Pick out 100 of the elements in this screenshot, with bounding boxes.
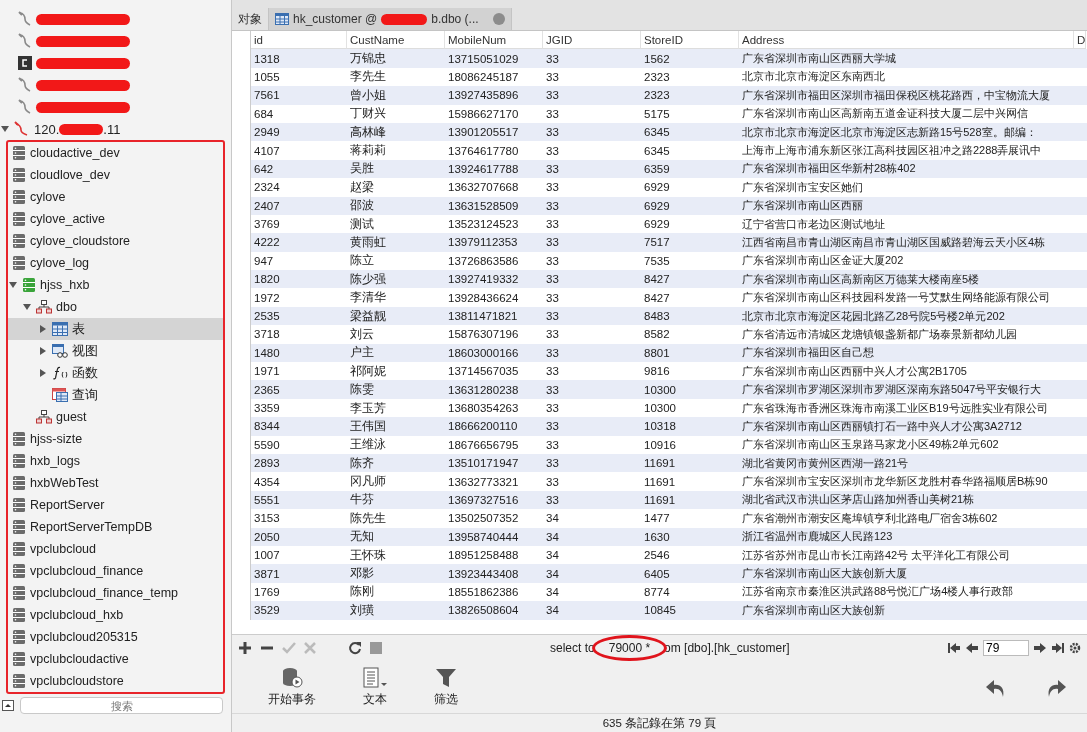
table-row[interactable]: 642 吴胜 13924617788 33 6359 广东省深圳市福田区华新村28栋402 — [250, 159, 1087, 179]
table-row[interactable]: 3718 刘云 15876307196 33 8582 广东省清远市清城区龙塘镇银盏新都广场泰景新都幼儿园 — [250, 325, 1087, 344]
table-row[interactable]: 3871 邓影 13923443408 34 6405 广东省深圳市南山区大族创新大厦 — [250, 564, 1087, 583]
table-cell: 11691 — [644, 457, 676, 470]
refresh-icon[interactable] — [348, 641, 362, 656]
table-row[interactable]: 3529 刘璜 13826508604 34 10845 广东省深圳市南山区大族创新 — [250, 601, 1087, 620]
server-name[interactable]: 120. .11 — [34, 121, 121, 137]
table-cell: 13979112353 — [448, 236, 518, 249]
table-cell: 1007 — [254, 549, 280, 562]
panel-toggle-icon[interactable] — [2, 700, 14, 711]
table-cell: 13928436624 — [448, 291, 519, 304]
table-cell: 江苏省南京市秦淮区洪武路88号悦汇广场4楼人事行政部 — [742, 584, 1014, 600]
query-icon — [52, 388, 68, 402]
database-item[interactable]: hxbWebTest — [8, 472, 223, 494]
table-row[interactable]: 684 丁财兴 15986627170 33 5175 广东省深圳市南山区高新南五道金证科技大厦二层中兴网信 — [250, 104, 1087, 123]
database-item[interactable]: hxb_logs — [8, 450, 223, 472]
table-cell: 33 — [546, 438, 559, 451]
table-row[interactable]: 3153 陈先生 13502507352 34 1477 广东省潮州市潮安区庵埠镇亨利北路电厂宿舍3栋602 — [250, 509, 1087, 528]
collapsed-arrow-icon[interactable] — [39, 347, 47, 355]
tab[interactable]: hk_customer @ b.dbo (... — [269, 8, 512, 30]
expanded-arrow-icon[interactable] — [9, 281, 17, 289]
table-cell: 33 — [546, 346, 559, 359]
database-item[interactable]: cylove_active — [8, 208, 223, 230]
database-item[interactable]: cloudactive_dev — [8, 142, 223, 164]
column-header[interactable]: D — [1074, 31, 1086, 50]
database-item[interactable]: vpclubcloud_finance — [8, 560, 223, 582]
check-icon[interactable] — [282, 641, 296, 656]
table-row[interactable]: 2893 陈齐 13510171947 33 11691 湖北省黄冈市黄州区西湖一路21号 — [250, 454, 1087, 473]
table-row[interactable]: 2407 邵波 13631528509 33 6929 广东省深圳市南山区西丽 — [250, 196, 1087, 215]
table-cell: 广东省潮州市潮安区庵埠镇亨利北路电厂宿舍3栋602 — [742, 510, 998, 526]
database-item[interactable]: cylove — [8, 186, 223, 208]
previous-page-icon[interactable] — [965, 642, 979, 655]
table-row[interactable]: 4107 蒋莉莉 13764617780 33 6345 上海市上海市浦东新区张江高科技园区祖冲之路2288弄展讯中 — [250, 141, 1087, 160]
table-row[interactable]: 5590 王维泳 18676656795 33 10916 广东省深圳市南山区玉泉路马家龙小区49栋2单元602 — [250, 435, 1087, 454]
table-cell: 18086245187 — [448, 70, 519, 83]
expanded-arrow-icon[interactable] — [1, 125, 9, 133]
table-row[interactable]: 2535 梁益靓 13811471821 33 8483 北京市北京市海淀区花园北路乙28号院5号楼2单元202 — [250, 306, 1087, 326]
table-cell: 广东省深圳市宝安区她们 — [742, 179, 863, 195]
column-header[interactable]: CustName — [347, 31, 445, 50]
table-row[interactable]: 1820 陈少强 13927419332 33 8427 广东省深圳市南山区高新南区万德莱大楼南座5楼 — [250, 270, 1087, 289]
table-cell: 684 — [254, 107, 274, 120]
table-row[interactable]: 2324 赵梁 13632707668 33 6929 广东省深圳市宝安区她们 — [250, 178, 1087, 197]
table-cell: 陈少强 — [350, 271, 386, 287]
column-header[interactable]: StoreID — [641, 31, 739, 50]
search-field[interactable]: 搜索 — [20, 697, 223, 714]
column-header[interactable]: Address — [739, 31, 1074, 50]
tree-item[interactable]: dbo — [8, 296, 223, 318]
table-row[interactable]: 7561 曾小姐 13927435896 33 2323 广东省深圳市福田区深圳市福田保税区桃花路西，中宝物流大厦 — [250, 86, 1087, 105]
table-row[interactable]: 1480 户主 18603000166 33 8801 广东省深圳市福田区自己想 — [250, 343, 1087, 363]
table-row[interactable]: 2949 高林峰 13901205517 33 6345 北京市北京市海淀区北京市海淀区志新路15号528室。邮编： — [250, 122, 1087, 142]
settings-icon[interactable] — [1069, 642, 1081, 655]
database-item[interactable]: vpclubcloudstore — [8, 670, 223, 692]
table-row[interactable]: 2365 陈雯 13631280238 33 10300 广东省深圳市罗湖区深圳市罗湖区深南东路5047号平安银行大 — [250, 380, 1087, 399]
database-item[interactable]: cloudlove_dev — [8, 164, 223, 186]
column-header[interactable]: JGID — [543, 31, 641, 50]
add-icon[interactable] — [238, 641, 252, 656]
tree-item[interactable]: 函数 — [8, 362, 223, 384]
tree-item[interactable]: 表 — [8, 318, 223, 340]
first-page-icon[interactable] — [947, 642, 961, 655]
database-item[interactable]: cylove_cloudstore — [8, 230, 223, 252]
table-cell: 1971 — [254, 365, 280, 378]
column-header[interactable]: id — [251, 31, 347, 50]
database-item[interactable]: hjss_hxb — [8, 274, 223, 296]
toolbar-button[interactable]: 筛选 — [428, 666, 464, 709]
last-page-icon[interactable] — [1051, 642, 1065, 655]
table-cell: 陈齐 — [350, 455, 374, 471]
collapsed-arrow-icon[interactable] — [39, 325, 47, 333]
collapsed-arrow-icon[interactable] — [39, 369, 47, 377]
filter-icon — [435, 667, 457, 690]
table-row[interactable]: 4354 冈凡师 13632773321 33 11691 广东省深圳市宝安区深圳市龙华新区龙胜村春华路福顺居B栋90 — [250, 472, 1087, 491]
table-cell: 3359 — [254, 402, 280, 414]
database-item[interactable]: vpclubcloud — [8, 538, 223, 560]
page-field[interactable]: 79 — [983, 640, 1029, 657]
tree-item[interactable]: 视图 — [8, 340, 223, 362]
tree-item[interactable]: guest — [8, 406, 223, 428]
database-item[interactable]: vpclubcloud_finance_temp — [8, 582, 223, 604]
column-header[interactable]: MobileNum — [445, 31, 543, 50]
expanded-arrow-icon[interactable] — [23, 303, 31, 311]
database-item[interactable]: cylove_log — [8, 252, 223, 274]
table-row[interactable]: 8344 王伟国 18666200110 33 10318 广东省深圳市南山区西丽镇打石一路中兴人才公寓3A2712 — [250, 417, 1087, 436]
table-row[interactable]: 5551 牛芬 13697327516 33 11691 湖北省武汉市洪山区茅店山路加州香山美树21栋 — [250, 490, 1087, 510]
table-cell: 13927435896 — [448, 89, 519, 102]
table-cell: 广东省深圳市福田区深圳市福田保税区桃花路西，中宝物流大厦 — [742, 87, 1050, 103]
toolbar-button[interactable]: 开始事务 — [262, 666, 322, 709]
next-page-icon[interactable] — [1033, 642, 1047, 655]
table-cell: 33 — [546, 254, 559, 267]
tree-item[interactable]: 查询 — [8, 384, 223, 406]
toolbar-button[interactable]: 文本 — [356, 666, 394, 709]
table-cell: 广东省深圳市南山区大族创新 — [742, 602, 885, 618]
table-row[interactable]: 4222 黄雨虹 13979112353 33 7517 江西省南昌市青山湖区南昌市青山湖区国威路碧海云天小区4栋 — [250, 233, 1087, 252]
table-row[interactable]: 1318 万锦忠 13715051029 33 1562 广东省深圳市南山区西丽大学城 — [250, 49, 1087, 68]
database-item[interactable]: hjss-sizte — [8, 428, 223, 450]
database-item[interactable]: vpclubcloud_hxb — [8, 604, 223, 626]
database-item[interactable]: vpclubcloud205315 — [8, 626, 223, 648]
database-item[interactable]: ReportServerTempDB — [8, 516, 223, 538]
database-item[interactable]: vpclubcloudactive — [8, 648, 223, 670]
table-cell: 13826508604 — [448, 604, 519, 617]
table-row[interactable]: 2050 无知 13958740444 34 1630 浙江省温州市鹿城区人民路123 — [250, 527, 1087, 546]
table-row[interactable]: 1972 李清华 13928436624 33 8427 广东省深圳市南山区科技园科发路一号艾默生网络能源有限公司 — [250, 288, 1087, 307]
database-item[interactable]: ReportServer — [8, 494, 223, 516]
